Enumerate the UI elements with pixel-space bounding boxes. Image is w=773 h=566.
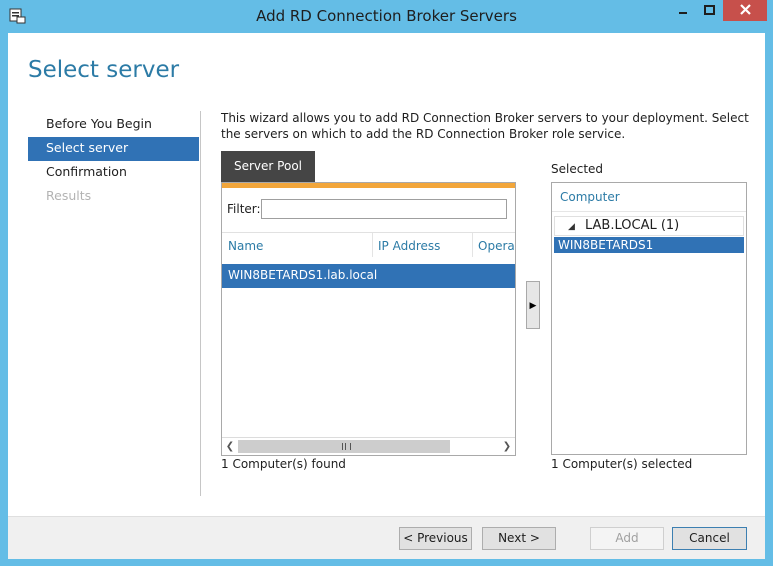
header-divider <box>552 211 746 212</box>
maximize-button[interactable] <box>696 0 723 21</box>
list-item[interactable]: WIN8BETARDS1 <box>554 237 744 253</box>
selected-label: Selected <box>551 162 604 176</box>
next-button[interactable]: Next > <box>482 527 556 550</box>
collapse-icon[interactable]: ◢ <box>568 218 575 236</box>
minimize-icon <box>678 4 688 18</box>
table-row[interactable]: WIN8BETARDS1.lab.local <box>222 264 515 288</box>
nav-item-before-you-begin[interactable]: Before You Begin <box>28 113 199 137</box>
group-header-lab-local[interactable]: ◢ LAB.LOCAL (1) <box>554 216 744 236</box>
column-header-computer[interactable]: Computer <box>560 189 620 205</box>
close-icon <box>739 3 751 18</box>
server-name-cell: WIN8BETARDS1.lab.local <box>228 268 378 282</box>
filter-label: Filter: <box>227 202 261 216</box>
nav-item-select-server[interactable]: Select server <box>28 137 199 161</box>
page-title: Select server <box>28 57 180 83</box>
wizard-description: This wizard allows you to add RD Connect… <box>221 111 749 141</box>
wizard-window: Add RD Connection Broker Servers Select … <box>0 0 773 566</box>
add-to-selected-button[interactable]: ▶ <box>526 281 540 329</box>
column-header-operating-system[interactable]: Operat <box>472 232 515 262</box>
grip-icon <box>342 443 351 450</box>
maximize-icon <box>704 4 715 18</box>
filter-input[interactable] <box>261 199 507 219</box>
computers-found-status: 1 Computer(s) found <box>221 457 346 471</box>
computers-selected-status: 1 Computer(s) selected <box>551 457 693 471</box>
server-pool-panel: Filter: Name IP Address Operat WIN8BETAR… <box>221 182 516 456</box>
scroll-right-icon[interactable]: ❯ <box>499 438 515 455</box>
arrow-right-icon: ▶ <box>529 301 537 311</box>
wizard-footer: < Previous Next > Add Cancel <box>8 516 765 559</box>
minimize-button[interactable] <box>669 0 696 21</box>
column-header-ip-address[interactable]: IP Address <box>372 232 472 262</box>
wizard-body: Select server Before You Begin Select se… <box>8 33 765 559</box>
selected-panel: Computer ◢ LAB.LOCAL (1) WIN8BETARDS1 <box>551 182 747 455</box>
previous-button[interactable]: < Previous <box>399 527 472 550</box>
tab-accent-bar <box>222 183 515 188</box>
scroll-left-icon[interactable]: ❮ <box>222 438 238 455</box>
close-button[interactable] <box>723 0 767 21</box>
title-bar[interactable]: Add RD Connection Broker Servers <box>0 0 773 33</box>
horizontal-scrollbar[interactable]: ❮ ❯ <box>222 437 515 455</box>
group-label: LAB.LOCAL (1) <box>585 218 680 233</box>
scrollbar-thumb[interactable] <box>238 440 450 453</box>
add-button: Add <box>590 527 664 550</box>
cancel-button[interactable]: Cancel <box>672 527 747 550</box>
tab-server-pool[interactable]: Server Pool <box>221 151 315 182</box>
nav-item-results: Results <box>46 188 92 203</box>
column-header-name[interactable]: Name <box>222 232 372 262</box>
nav-divider <box>200 111 201 496</box>
nav-item-confirmation[interactable]: Confirmation <box>28 161 199 185</box>
wizard-nav: Before You Begin Select server Confirmat… <box>28 113 199 209</box>
window-title: Add RD Connection Broker Servers <box>256 7 517 25</box>
